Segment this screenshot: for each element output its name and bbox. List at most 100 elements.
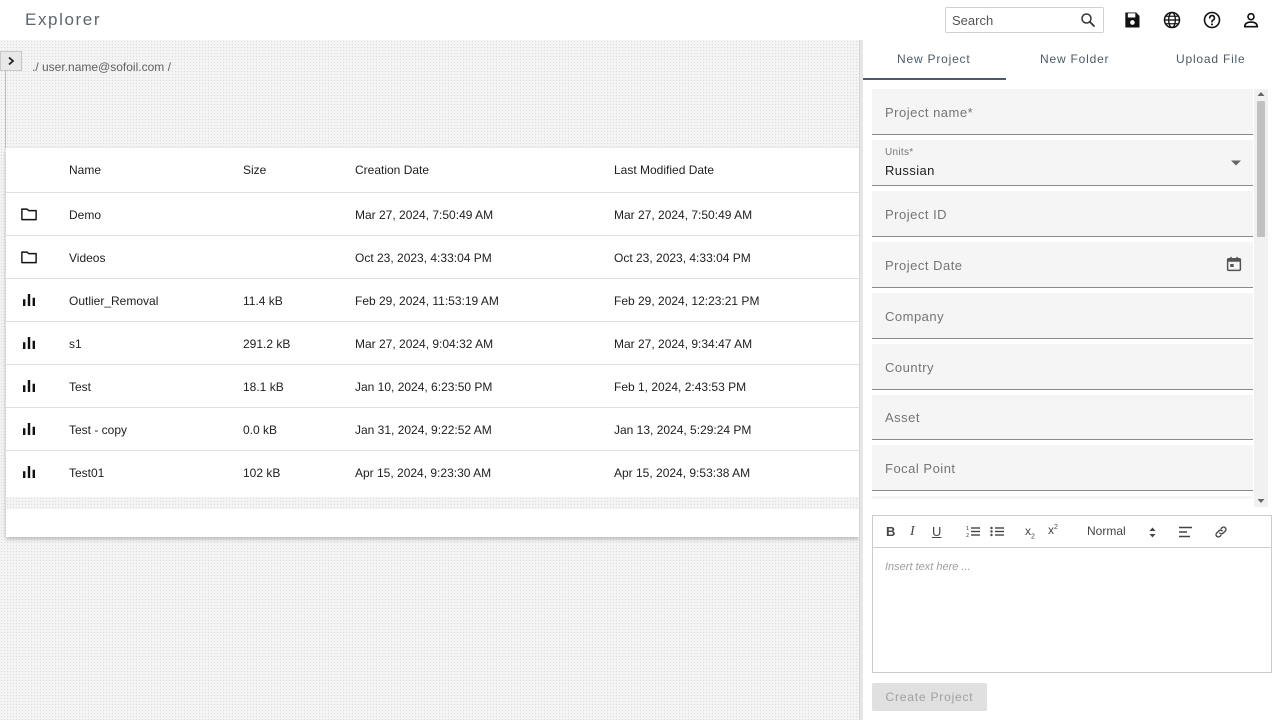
- cell-modified: Jan 13, 2024, 5:29:24 PM: [614, 423, 752, 437]
- editor-toolbar: B I U 12 x2 x2 Normal: [873, 516, 1271, 548]
- breadcrumb[interactable]: ./ user.name@sofoil.com /: [32, 60, 171, 74]
- explorer-header: ./ user.name@sofoil.com /: [0, 40, 859, 148]
- chevron-right-icon: [8, 56, 15, 66]
- cell-name: Test: [69, 380, 92, 394]
- search-icon[interactable]: [1079, 11, 1097, 29]
- table-header: Name Size Creation Date Last Modified Da…: [6, 148, 859, 193]
- next-field[interactable]: [872, 496, 1253, 499]
- file-explorer-panel: ./ user.name@sofoil.com / Name Size Crea…: [0, 40, 859, 720]
- country-field[interactable]: Country: [872, 344, 1253, 390]
- field-label: Units*: [885, 147, 914, 158]
- focal-point-field[interactable]: Focal Point: [872, 445, 1253, 491]
- scroll-up-icon[interactable]: [1257, 91, 1265, 97]
- field-label: Focal Point: [885, 461, 956, 476]
- cell-created: Apr 15, 2024, 9:23:30 AM: [355, 466, 492, 480]
- folder-icon: [21, 251, 37, 264]
- cell-size: 0.0 kB: [243, 423, 278, 437]
- link-icon[interactable]: [1214, 525, 1228, 539]
- search-input[interactable]: [952, 11, 1072, 29]
- cell-size: 11.4 kB: [243, 294, 283, 308]
- cell-name: Test - copy: [69, 423, 128, 437]
- save-icon[interactable]: [1122, 10, 1142, 30]
- creation-panel: New Project New Folder Upload File Proje…: [863, 40, 1280, 720]
- divider: [5, 70, 6, 148]
- project-name-field[interactable]: Project name*: [872, 89, 1253, 135]
- table-row[interactable]: Test 18.1 kB Jan 10, 2024, 6:23:50 PM Fe…: [6, 365, 859, 408]
- cell-size: 18.1 kB: [243, 380, 284, 394]
- top-bar: Explorer: [0, 0, 1280, 40]
- asset-field[interactable]: Asset: [872, 395, 1253, 440]
- format-select-arrows-icon: [1149, 527, 1156, 538]
- italic-icon[interactable]: I: [910, 524, 915, 540]
- underline-icon[interactable]: U: [932, 524, 941, 539]
- cell-created: Mar 27, 2024, 7:50:49 AM: [355, 208, 494, 222]
- cell-name: s1: [69, 337, 82, 351]
- cell-modified: Feb 1, 2024, 2:43:53 PM: [614, 380, 747, 394]
- cell-created: Jan 31, 2024, 9:22:52 AM: [355, 423, 492, 437]
- rich-text-editor: B I U 12 x2 x2 Normal Insert text here .…: [872, 515, 1272, 673]
- cell-created: Oct 23, 2023, 4:33:04 PM: [355, 251, 492, 265]
- cell-name: Demo: [69, 208, 102, 222]
- cell-size: 102 kB: [243, 466, 281, 480]
- bullet-list-icon[interactable]: [990, 525, 1004, 538]
- create-project-button[interactable]: Create Project: [872, 683, 987, 711]
- company-field[interactable]: Company: [872, 293, 1253, 339]
- cell-name: Outlier_Removal: [69, 294, 159, 308]
- cell-name: Test01: [69, 466, 105, 480]
- subscript-icon[interactable]: x2: [1025, 524, 1035, 540]
- app-title: Explorer: [25, 10, 102, 29]
- cell-modified: Oct 23, 2023, 4:33:04 PM: [614, 251, 751, 265]
- field-label: Project name*: [885, 105, 974, 120]
- form-scrollbar[interactable]: [1254, 89, 1268, 507]
- help-icon[interactable]: [1202, 10, 1222, 30]
- editor-content[interactable]: Insert text here ...: [885, 561, 971, 573]
- cell-created: Mar 27, 2024, 9:04:32 AM: [355, 337, 494, 351]
- table-row[interactable]: Demo Mar 27, 2024, 7:50:49 AM Mar 27, 20…: [6, 193, 859, 236]
- field-label: Company: [885, 309, 945, 324]
- table-row[interactable]: Test01 102 kB Apr 15, 2024, 9:23:30 AM A…: [6, 451, 859, 494]
- cell-modified: Feb 29, 2024, 12:23:21 PM: [614, 294, 760, 308]
- search-box[interactable]: [945, 7, 1104, 33]
- project-id-field[interactable]: Project ID: [872, 191, 1253, 237]
- field-label: Project ID: [885, 207, 948, 222]
- tab-new-project[interactable]: New Project: [897, 52, 971, 66]
- table-row[interactable]: Videos Oct 23, 2023, 4:33:04 PM Oct 23, …: [6, 236, 859, 279]
- table-row[interactable]: Test - copy 0.0 kB Jan 31, 2024, 9:22:52…: [6, 408, 859, 451]
- cell-created: Jan 10, 2024, 6:23:50 PM: [355, 380, 493, 394]
- units-select[interactable]: Units* Russian: [872, 140, 1253, 186]
- globe-icon[interactable]: [1162, 10, 1182, 30]
- column-header-creation-date[interactable]: Creation Date: [355, 163, 429, 177]
- project-form: Project name* Units* Russian Project ID …: [872, 89, 1253, 499]
- column-header-size[interactable]: Size: [243, 163, 266, 177]
- expand-sidebar-button[interactable]: [0, 51, 22, 71]
- account-icon[interactable]: [1241, 10, 1261, 30]
- cell-created: Feb 29, 2024, 11:53:19 AM: [355, 294, 499, 308]
- field-label: Project Date: [885, 258, 963, 273]
- align-left-icon[interactable]: [1179, 526, 1192, 538]
- chart-icon: [23, 466, 35, 478]
- cell-modified: Apr 15, 2024, 9:53:38 AM: [614, 466, 751, 480]
- cell-name: Videos: [69, 251, 106, 265]
- tab-new-folder[interactable]: New Folder: [1040, 52, 1109, 66]
- folder-icon: [21, 208, 37, 221]
- table-row[interactable]: Outlier_Removal 11.4 kB Feb 29, 2024, 11…: [6, 279, 859, 322]
- svg-text:2: 2: [966, 533, 969, 538]
- superscript-icon[interactable]: x2: [1048, 523, 1058, 537]
- column-header-name[interactable]: Name: [69, 163, 101, 177]
- field-label: Country: [885, 360, 935, 375]
- active-tab-indicator: [863, 78, 1006, 80]
- scrollbar-thumb[interactable]: [1257, 101, 1265, 237]
- table-footer-band: [6, 497, 859, 509]
- table-row[interactable]: s1 291.2 kB Mar 27, 2024, 9:04:32 AM Mar…: [6, 322, 859, 365]
- chart-icon: [23, 380, 35, 392]
- scroll-down-icon[interactable]: [1257, 498, 1265, 504]
- units-value: Russian: [885, 163, 935, 178]
- tab-upload-file[interactable]: Upload File: [1176, 52, 1246, 66]
- project-date-field[interactable]: Project Date: [872, 242, 1253, 288]
- bold-icon[interactable]: B: [886, 524, 895, 539]
- ordered-list-icon[interactable]: 12: [966, 525, 980, 538]
- column-header-last-modified[interactable]: Last Modified Date: [614, 163, 714, 177]
- calendar-icon[interactable]: [1225, 255, 1243, 273]
- cell-modified: Mar 27, 2024, 7:50:49 AM: [614, 208, 753, 222]
- text-format-select[interactable]: Normal: [1087, 524, 1126, 538]
